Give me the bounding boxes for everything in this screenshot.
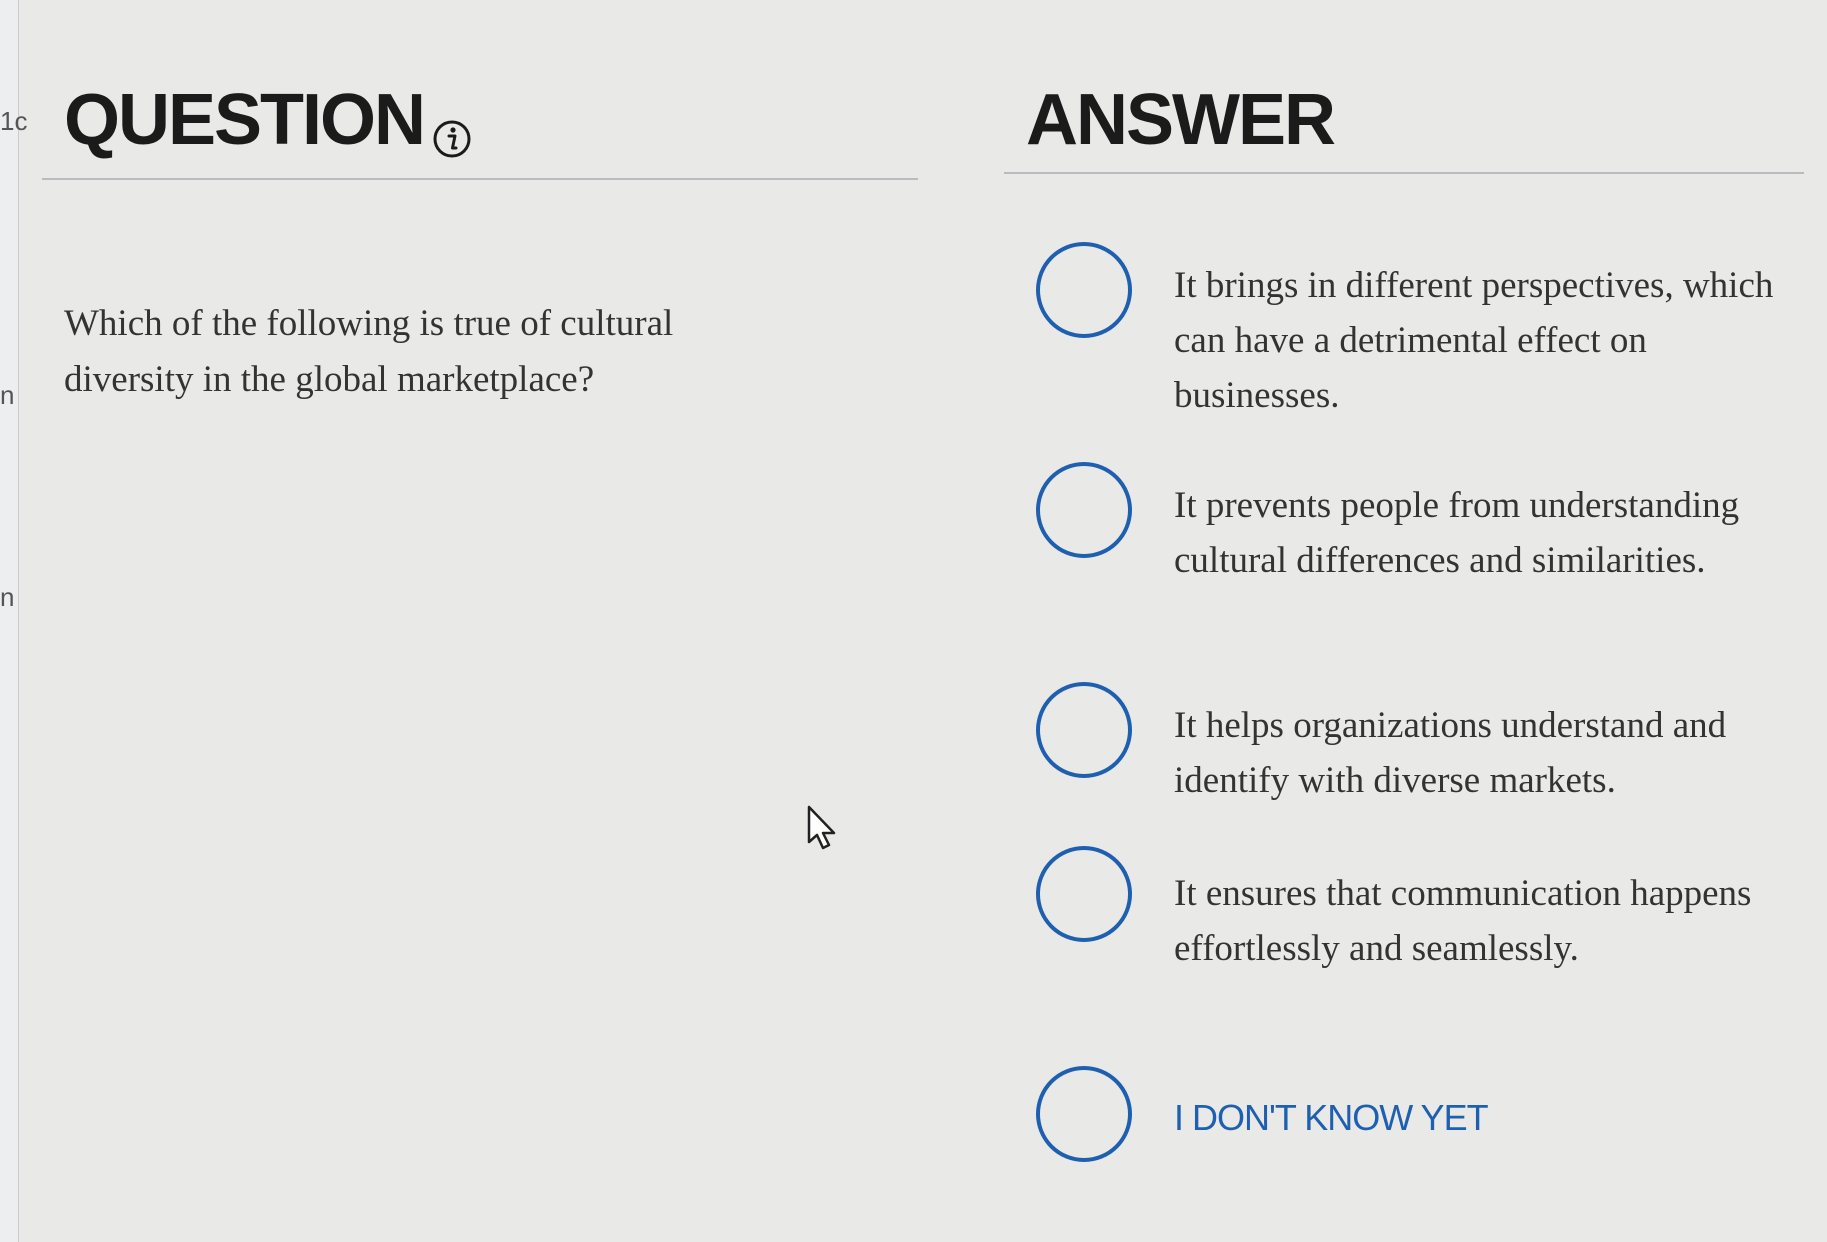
choice-label: It prevents people from understanding cu…: [1174, 485, 1740, 581]
choice-label: It brings in different perspectives, whi…: [1174, 265, 1774, 416]
radio-button[interactable]: [1036, 242, 1132, 338]
info-circle-icon[interactable]: [432, 99, 472, 158]
sidebar-text-fragment: n: [0, 582, 15, 612]
sidebar-text-fragment: n: [0, 380, 15, 410]
left-sidebar: 1c n n: [0, 0, 27, 1242]
answer-choice-2[interactable]: It prevents people from understanding cu…: [1036, 460, 1806, 650]
choice-label: I DON'T KNOW YET: [1174, 1097, 1489, 1138]
mouse-pointer-icon: [807, 805, 836, 850]
answer-choice-1[interactable]: It brings in different perspectives, whi…: [1036, 240, 1806, 430]
question-heading: QUESTION: [64, 84, 472, 158]
radio-button[interactable]: [1036, 846, 1132, 942]
question-heading-label: QUESTION: [64, 80, 426, 160]
radio-button[interactable]: [1036, 1066, 1132, 1162]
sidebar-text-fragment: 1c: [0, 106, 28, 136]
choice-label: It helps organizations understand and id…: [1174, 705, 1727, 801]
answer-divider: [1004, 172, 1804, 174]
radio-button[interactable]: [1036, 462, 1132, 558]
radio-button[interactable]: [1036, 682, 1132, 778]
answer-choice-3[interactable]: It helps organizations understand and id…: [1036, 680, 1806, 820]
question-divider: [42, 178, 918, 180]
choice-label: It ensures that communication happens ef…: [1174, 873, 1752, 969]
answer-choice-4[interactable]: It ensures that communication happens ef…: [1036, 846, 1806, 1036]
answer-choice-idk[interactable]: I DON'T KNOW YET: [1036, 1064, 1806, 1174]
question-text: Which of the following is true of cultur…: [64, 303, 674, 400]
answer-heading: ANSWER: [1026, 80, 1336, 160]
